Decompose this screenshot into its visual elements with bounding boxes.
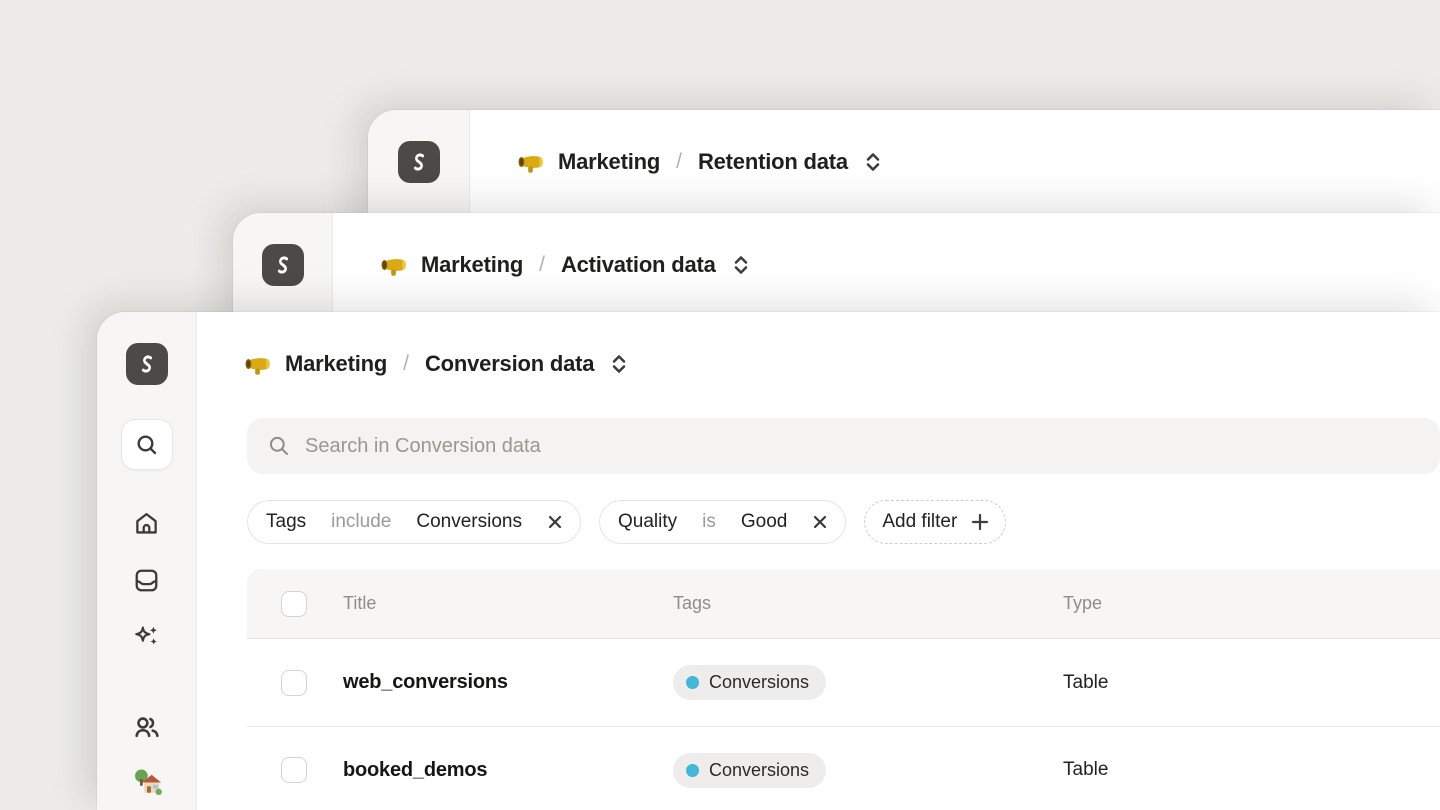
breadcrumb-workspace[interactable]: Marketing	[558, 149, 660, 175]
megaphone-icon	[379, 250, 409, 280]
app-sidebar	[97, 312, 197, 810]
search-input[interactable]	[305, 435, 1420, 458]
app-logo[interactable]	[262, 244, 304, 286]
filter-field: Tags	[266, 511, 306, 533]
tag-color-dot	[686, 676, 699, 689]
add-filter-button[interactable]: Add filter	[864, 500, 1006, 544]
search-bar[interactable]	[247, 418, 1440, 474]
filter-field: Quality	[618, 511, 677, 533]
tag-badge: Conversions	[673, 753, 826, 788]
knot-logo-icon	[270, 252, 296, 278]
remove-filter-button[interactable]	[812, 514, 828, 530]
remove-filter-button[interactable]	[547, 514, 563, 530]
tag-label: Conversions	[709, 672, 809, 693]
sparkles-icon	[133, 624, 160, 651]
filter-chip-quality[interactable]: Quality is Good	[599, 500, 846, 544]
tag-color-dot	[686, 764, 699, 777]
filter-value: Conversions	[416, 511, 522, 533]
breadcrumb-separator: /	[399, 352, 413, 376]
row-checkbox[interactable]	[281, 670, 307, 696]
chevron-updown-icon[interactable]	[608, 351, 630, 377]
sidebar-search-button[interactable]	[121, 419, 173, 470]
search-icon	[267, 434, 291, 458]
filter-bar: Tags include Conversions Quality is Good	[247, 500, 1440, 544]
breadcrumb: Marketing / Conversion data	[197, 312, 1440, 416]
home-icon	[133, 510, 160, 537]
breadcrumb-page[interactable]: Conversion data	[425, 351, 594, 377]
filter-operator: is	[702, 511, 716, 533]
breadcrumb: Marketing / Retention data	[470, 110, 1440, 214]
search-icon	[134, 432, 160, 458]
app-logo[interactable]	[126, 343, 168, 385]
table-row[interactable]: web_conversions Conversions Table	[247, 639, 1440, 726]
row-checkbox[interactable]	[281, 757, 307, 783]
plus-icon	[970, 512, 990, 532]
filter-value: Good	[741, 511, 787, 533]
page-content: Tags include Conversions Quality is Good	[197, 418, 1440, 810]
column-header-tags: Tags	[673, 593, 1063, 614]
breadcrumb-workspace[interactable]: Marketing	[285, 351, 387, 377]
breadcrumb-page[interactable]: Retention data	[698, 149, 848, 175]
add-filter-label: Add filter	[882, 511, 957, 533]
knot-logo-icon	[406, 149, 432, 175]
megaphone-icon	[243, 349, 273, 379]
tag-label: Conversions	[709, 760, 809, 781]
breadcrumb-separator: /	[535, 253, 549, 277]
row-type: Table	[1063, 672, 1440, 694]
window-main: Marketing / Conversion data Tags include	[197, 312, 1440, 810]
filter-chip-tags[interactable]: Tags include Conversions	[247, 500, 581, 544]
sidebar-item-home-garden[interactable]	[132, 767, 162, 797]
table-header-row: Title Tags Type	[247, 569, 1440, 639]
breadcrumb-separator: /	[672, 150, 686, 174]
select-all-checkbox[interactable]	[281, 591, 307, 617]
house-garden-icon	[132, 767, 162, 797]
sidebar-item-members[interactable]	[133, 713, 161, 741]
row-type: Table	[1063, 759, 1440, 781]
data-table: Title Tags Type web_conversions Conversi…	[247, 569, 1440, 810]
row-title: web_conversions	[343, 671, 673, 694]
sidebar-item-home[interactable]	[133, 510, 160, 537]
inbox-icon	[133, 567, 160, 594]
column-header-title: Title	[343, 593, 673, 614]
app-logo[interactable]	[398, 141, 440, 183]
close-icon	[547, 514, 563, 530]
breadcrumb-workspace[interactable]: Marketing	[421, 252, 523, 278]
window-conversion-data: Marketing / Conversion data Tags include	[97, 312, 1440, 810]
users-icon	[133, 713, 161, 741]
sidebar-item-inbox[interactable]	[133, 567, 160, 594]
close-icon	[812, 514, 828, 530]
breadcrumb-page[interactable]: Activation data	[561, 252, 716, 278]
table-row[interactable]: booked_demos Conversions Table	[247, 726, 1440, 810]
breadcrumb: Marketing / Activation data	[333, 213, 1440, 317]
sidebar-item-ai[interactable]	[133, 624, 160, 651]
megaphone-icon	[516, 147, 546, 177]
filter-operator: include	[331, 511, 391, 533]
chevron-updown-icon[interactable]	[730, 252, 752, 278]
row-title: booked_demos	[343, 759, 673, 782]
chevron-updown-icon[interactable]	[862, 149, 884, 175]
tag-badge: Conversions	[673, 665, 826, 700]
knot-logo-icon	[134, 351, 160, 377]
column-header-type: Type	[1063, 593, 1440, 614]
